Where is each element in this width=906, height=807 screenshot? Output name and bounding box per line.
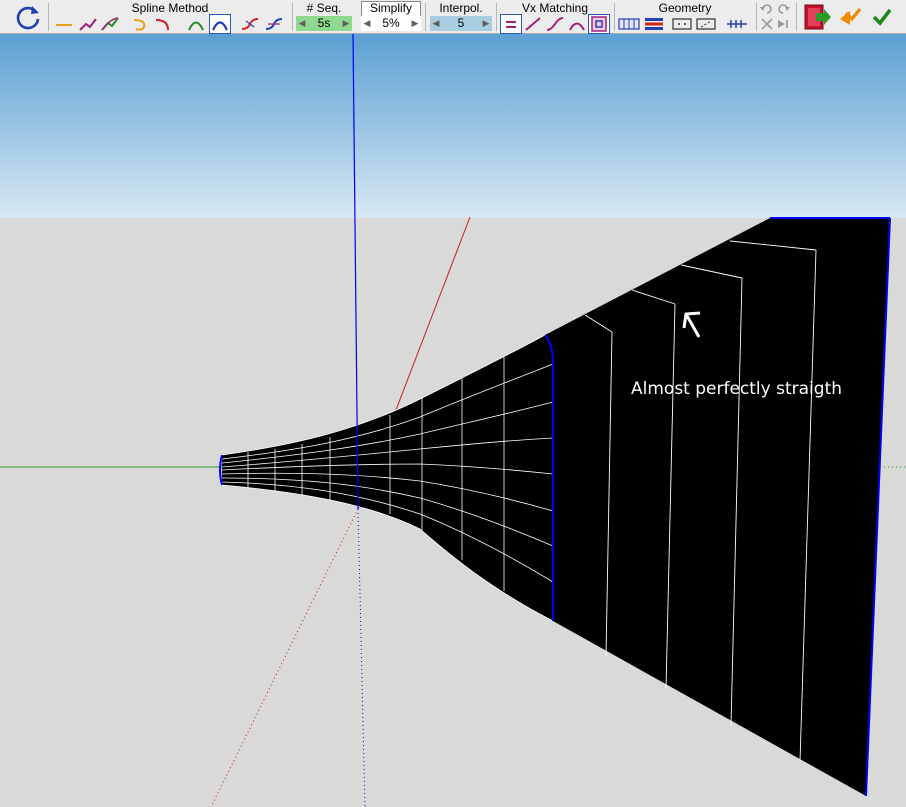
interpol-spinner[interactable]: ◀ 5 ▶ [430, 16, 492, 31]
undo-icon[interactable] [760, 2, 774, 16]
refresh-icon[interactable] [14, 3, 42, 31]
spline-polyline-icon[interactable] [78, 15, 98, 33]
simplify-decrease-icon[interactable]: ◀ [361, 16, 373, 31]
interpol-value: 5 [457, 16, 465, 30]
vx-equal-icon[interactable] [500, 14, 522, 34]
scene-canvas [0, 34, 906, 807]
exit-icon[interactable] [802, 2, 832, 32]
seq-label: # Seq. [306, 1, 342, 15]
3d-viewport[interactable]: Almost perfectly straigth [0, 34, 906, 807]
interpol-group: Interpol. ◀ 5 ▶ [429, 0, 493, 34]
seq-decrease-icon[interactable]: ◀ [296, 16, 308, 31]
seq-increase-icon[interactable]: ▶ [340, 16, 352, 31]
simplify-increase-icon[interactable]: ▶ [409, 16, 421, 31]
spline-bezier-icon[interactable] [100, 15, 120, 33]
simplify-spinner[interactable]: ◀ 5% ▶ [361, 16, 421, 31]
geometry-label: Geometry [658, 1, 712, 15]
spline-hook-orange-icon[interactable] [130, 15, 150, 33]
geometry-dotted-box-icon[interactable] [671, 15, 693, 33]
annotation-text: Almost perfectly straigth [631, 379, 843, 399]
toolbar: Spline Method # Seq. ◀ 5s ▶ Simplify ◀ 5… [0, 0, 906, 34]
simplify-value: 5% [382, 16, 400, 30]
spline-straight-icon[interactable] [54, 15, 74, 33]
seq-spinner[interactable]: ◀ 5s ▶ [296, 16, 352, 31]
seq-value: 5s [317, 16, 331, 30]
geometry-grid-icon[interactable] [617, 15, 641, 33]
redo-icon[interactable] [776, 2, 790, 16]
skip-icon[interactable] [776, 17, 790, 31]
vx-diagonal-icon[interactable] [523, 15, 543, 33]
spline-method-label: Spline Method [131, 1, 209, 15]
spline-s-curve-red-icon[interactable] [240, 15, 260, 33]
geometry-dashed-box-icon[interactable] [695, 15, 717, 33]
vx-curve-icon[interactable] [545, 15, 565, 33]
simplify-label[interactable]: Simplify [360, 1, 422, 15]
ok-check-icon[interactable] [870, 5, 894, 29]
back-arrow-icon[interactable] [838, 5, 864, 29]
seq-group: # Seq. ◀ 5s ▶ [295, 0, 353, 34]
interpol-decrease-icon[interactable]: ◀ [430, 16, 442, 31]
geometry-hatch-icon[interactable] [725, 15, 749, 33]
spline-arc-blue-icon[interactable] [209, 14, 231, 34]
clear-icon[interactable] [760, 17, 774, 31]
spline-arc-green-icon[interactable] [186, 15, 206, 33]
spline-method-group: Spline Method [52, 0, 288, 34]
simplify-group: Simplify ◀ 5% ▶ [360, 0, 422, 34]
sky [0, 34, 906, 218]
interpol-label: Interpol. [439, 1, 483, 15]
vx-matching-group: Vx Matching [499, 0, 611, 34]
interpol-increase-icon[interactable]: ▶ [480, 16, 492, 31]
geometry-group: Geometry [617, 0, 753, 34]
geometry-stripes-icon[interactable] [643, 15, 665, 33]
vx-arc-icon[interactable] [567, 15, 587, 33]
spline-hook-red-icon[interactable] [152, 15, 172, 33]
vx-square-icon[interactable] [588, 14, 610, 34]
spline-s-curve-blue-icon[interactable] [264, 15, 284, 33]
vx-matching-label: Vx Matching [521, 1, 589, 15]
